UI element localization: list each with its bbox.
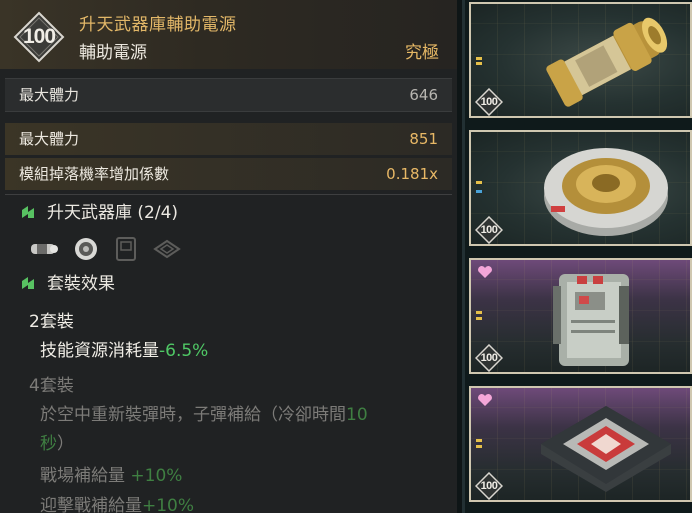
inventory-slot[interactable]: 100	[469, 258, 692, 374]
set-piece-icons	[28, 236, 191, 264]
item-header: 100 升天武器庫輔助電源 輔助電源 究極	[0, 0, 457, 69]
set4-title: 4套裝	[29, 376, 74, 396]
effect-value: 秒	[40, 434, 57, 454]
set-effect-heading: 套裝效果	[20, 273, 115, 295]
item-name: 升天武器庫輔助電源	[79, 15, 237, 35]
stat-value: 646	[409, 86, 438, 104]
slot-level: 100	[480, 224, 498, 236]
ring-icon	[73, 236, 99, 266]
set2-effect: 技能資源消耗量-6.5%	[40, 336, 208, 361]
set2-title: 2套裝	[29, 312, 74, 332]
inventory-slot[interactable]: 100	[469, 130, 692, 246]
item-detail-panel: 100 升天武器庫輔助電源 輔助電源 究極 最大體力 646 最大體力 851 …	[0, 0, 457, 513]
ring-part-icon	[521, 136, 690, 244]
slot-level: 100	[480, 352, 498, 364]
rank-mark-icon	[476, 52, 484, 71]
stat-value: 0.181x	[386, 165, 438, 183]
favorite-heart-icon[interactable]	[477, 264, 493, 283]
plate-icon	[153, 239, 182, 263]
set-name-heading: 升天武器庫 (2/4)	[20, 202, 178, 224]
effect-label: 技能資源消耗量	[40, 341, 159, 361]
slot-level: 100	[480, 480, 498, 492]
stat-label: 最大體力	[19, 130, 80, 148]
divider	[5, 194, 452, 195]
set-bonus-icon	[20, 275, 36, 291]
level-badge: 100	[13, 11, 65, 63]
rank-mark-icon	[476, 308, 484, 327]
cylinder-part-icon	[521, 8, 690, 116]
sub-stat-row: 模組掉落機率增加係數 0.181x	[5, 158, 452, 190]
cylinder-icon	[28, 239, 58, 263]
slot-level: 100	[480, 96, 498, 108]
effect-value: -6.5%	[159, 341, 209, 361]
effect-value: 10	[346, 405, 368, 425]
stat-value: 851	[409, 130, 438, 148]
set-name: 升天武器庫 (2/4)	[47, 203, 179, 223]
set4-effect-line: 於空中重新裝彈時，子彈補給（冷卻時間10	[40, 400, 368, 425]
stat-label: 最大體力	[19, 86, 80, 104]
effect-text: ）	[57, 434, 74, 454]
slot-level-badge: 100	[475, 344, 503, 372]
inventory-slot[interactable]: 100	[469, 386, 692, 502]
stat-label: 模組掉落機率增加係數	[19, 165, 170, 183]
set4-effect-line: 戰場補給量 +10%	[40, 461, 182, 486]
backpack-part-icon	[521, 264, 690, 372]
base-stat-row: 最大體力 646	[5, 78, 452, 112]
slot-level-badge: 100	[475, 216, 503, 244]
slot-level-badge: 100	[475, 472, 503, 500]
set4-effect-line: 秒）	[40, 429, 74, 454]
rank-mark-icon	[476, 180, 484, 199]
effect-value: +10%	[130, 466, 183, 486]
rank-mark-icon	[476, 436, 484, 455]
item-type: 輔助電源	[79, 43, 147, 63]
plate-part-icon	[521, 392, 690, 500]
sub-stat-row: 最大體力 851	[5, 123, 452, 155]
set4-effect-line: 迎擊戰補給量+10%	[40, 491, 194, 513]
slot-level-badge: 100	[475, 88, 503, 116]
level-value: 100	[22, 25, 56, 48]
inventory-list: 100 100 100 100	[465, 0, 692, 513]
inventory-slot[interactable]: 100	[469, 2, 692, 118]
effect-label: 迎擊戰補給量	[40, 496, 142, 513]
effect-value: +10%	[142, 496, 195, 513]
effect-label: 戰場補給量	[40, 466, 125, 486]
set-bonus-icon	[20, 204, 36, 220]
favorite-heart-icon[interactable]	[477, 392, 493, 411]
rarity-label: 究極	[405, 43, 439, 63]
set-effect-title: 套裝效果	[47, 274, 115, 294]
effect-text: 於空中重新裝彈時，子彈補給（冷卻時間	[40, 405, 346, 425]
pack-icon	[114, 236, 138, 266]
